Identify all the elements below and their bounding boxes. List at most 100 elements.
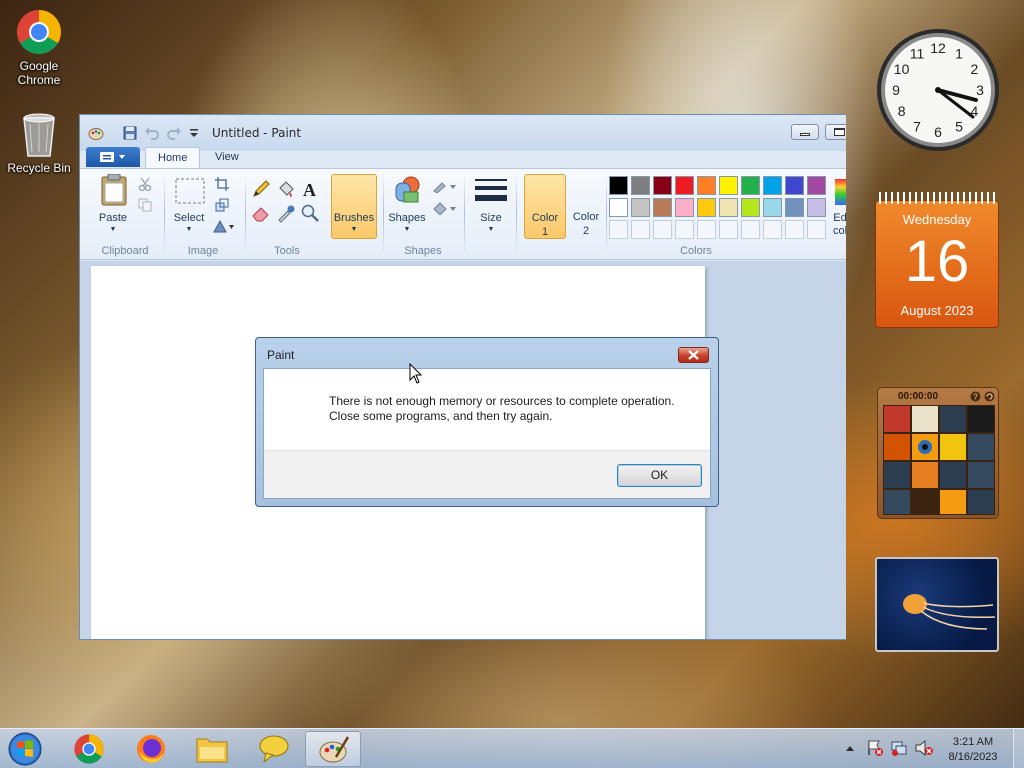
- cut-icon[interactable]: [138, 177, 152, 191]
- crop-icon[interactable]: [215, 177, 229, 191]
- text-icon[interactable]: A: [300, 179, 320, 199]
- color-swatch-empty[interactable]: [719, 220, 738, 239]
- network-icon[interactable]: [890, 739, 908, 757]
- taskbar-file-explorer[interactable]: [184, 731, 240, 767]
- copy-icon[interactable]: [138, 198, 152, 212]
- shapes-icon: [395, 176, 420, 203]
- desktop-icon-google-chrome[interactable]: Google Chrome: [0, 8, 78, 87]
- color-swatch[interactable]: [631, 198, 650, 217]
- clock-number: 10: [894, 61, 910, 77]
- size-dropdown-arrow[interactable]: ▼: [486, 226, 496, 233]
- clock-number: 11: [910, 46, 925, 62]
- color-swatch[interactable]: [697, 176, 716, 195]
- tab-home[interactable]: Home: [145, 147, 201, 169]
- fill-icon[interactable]: [276, 179, 296, 199]
- rotate-icon[interactable]: [213, 219, 235, 233]
- color-swatch[interactable]: [807, 176, 826, 195]
- color-swatch[interactable]: [675, 176, 694, 195]
- shapes-button[interactable]: Shapes: [385, 212, 429, 224]
- color2-label-number: 2: [582, 225, 590, 237]
- color-swatch[interactable]: [807, 198, 826, 217]
- color-picker-icon[interactable]: [276, 203, 296, 223]
- calendar-gadget[interactable]: Wednesday 16 August 2023: [875, 192, 999, 328]
- ribbon-separator: [245, 173, 246, 255]
- color-swatch-empty[interactable]: [631, 220, 650, 239]
- eraser-icon[interactable]: [251, 203, 271, 223]
- puzzle-restart-icon[interactable]: [984, 391, 995, 402]
- color-swatch-empty[interactable]: [675, 220, 694, 239]
- undo-icon[interactable]: [144, 125, 160, 141]
- action-center-icon[interactable]: [866, 739, 884, 757]
- resize-icon[interactable]: [215, 198, 229, 212]
- minimize-button[interactable]: [791, 124, 819, 140]
- color-swatch[interactable]: [609, 176, 628, 195]
- clock-number: 6: [934, 124, 942, 140]
- color-swatch[interactable]: [697, 198, 716, 217]
- paste-button[interactable]: Paste: [92, 212, 134, 224]
- paint-app-icon[interactable]: [88, 125, 104, 141]
- tray-clock[interactable]: 3:21 AM 8/16/2023: [943, 735, 1003, 765]
- clock-gadget[interactable]: 12 1234567891011: [875, 27, 1001, 153]
- color-swatch-empty[interactable]: [741, 220, 760, 239]
- color-swatch-empty[interactable]: [785, 220, 804, 239]
- color-swatch[interactable]: [741, 198, 760, 217]
- select-button[interactable]: Select: [168, 212, 210, 224]
- color-swatch[interactable]: [785, 176, 804, 195]
- pencil-icon[interactable]: [251, 179, 271, 199]
- brushes-button[interactable]: Brushes ▼: [331, 174, 377, 239]
- size-button[interactable]: Size: [470, 212, 512, 224]
- color-swatch[interactable]: [741, 176, 760, 195]
- color-swatch[interactable]: [653, 198, 672, 217]
- show-hidden-icons-icon[interactable]: [845, 744, 855, 752]
- color2-button[interactable]: Color: [567, 211, 605, 223]
- color-swatch[interactable]: [675, 198, 694, 217]
- magnifier-icon[interactable]: [300, 203, 320, 223]
- color-swatch[interactable]: [763, 176, 782, 195]
- group-label-shapes: Shapes: [404, 245, 442, 257]
- shapes-dropdown-arrow[interactable]: ▼: [402, 226, 412, 233]
- ribbon-separator: [606, 173, 607, 255]
- picture-puzzle-gadget[interactable]: 00:00:00 ?: [877, 387, 999, 519]
- taskbar-paint[interactable]: [305, 731, 361, 767]
- color-swatch[interactable]: [609, 198, 628, 217]
- save-icon[interactable]: [122, 125, 138, 141]
- show-desktop-button[interactable]: [1013, 729, 1024, 768]
- puzzle-help-icon[interactable]: ?: [970, 391, 981, 402]
- jellyfish-image: [903, 594, 996, 630]
- taskbar-chrome[interactable]: [60, 731, 116, 767]
- file-menu-button[interactable]: [86, 147, 140, 167]
- color-swatch[interactable]: [763, 198, 782, 217]
- puzzle-board[interactable]: [883, 405, 995, 515]
- taskbar-speech-app[interactable]: [246, 731, 302, 767]
- color-swatch[interactable]: [653, 176, 672, 195]
- color-swatch[interactable]: [785, 198, 804, 217]
- fill-shape-icon[interactable]: [432, 201, 458, 215]
- taskbar-firefox[interactable]: [122, 731, 178, 767]
- dialog-title: Paint: [267, 348, 295, 362]
- tab-view[interactable]: View: [203, 147, 251, 169]
- desktop-icon-recycle-bin[interactable]: Recycle Bin: [0, 110, 78, 175]
- color-swatch-empty[interactable]: [697, 220, 716, 239]
- slideshow-gadget[interactable]: [875, 557, 999, 652]
- color-swatch-empty[interactable]: [653, 220, 672, 239]
- color-swatch-empty[interactable]: [807, 220, 826, 239]
- customize-qat-icon[interactable]: [186, 125, 202, 141]
- start-button[interactable]: [6, 731, 44, 767]
- edit-colors-button[interactable]: Ed: [830, 212, 846, 224]
- volume-muted-icon[interactable]: [914, 739, 934, 757]
- color1-button[interactable]: Color 1: [524, 174, 566, 239]
- color-swatch[interactable]: [719, 176, 738, 195]
- maximize-button[interactable]: [825, 124, 846, 140]
- color-swatch-empty[interactable]: [763, 220, 782, 239]
- ribbon-separator: [464, 173, 465, 255]
- ok-button[interactable]: OK: [617, 464, 702, 487]
- color-swatch[interactable]: [631, 176, 650, 195]
- outline-icon[interactable]: [432, 179, 458, 193]
- color-swatch[interactable]: [719, 198, 738, 217]
- color-swatch-empty[interactable]: [609, 220, 628, 239]
- dialog-close-button[interactable]: [678, 347, 709, 363]
- paste-dropdown-arrow[interactable]: ▼: [108, 226, 118, 233]
- select-dropdown-arrow[interactable]: ▼: [184, 226, 194, 233]
- redo-icon[interactable]: [166, 125, 182, 141]
- brushes-dropdown-arrow: ▼: [350, 226, 358, 233]
